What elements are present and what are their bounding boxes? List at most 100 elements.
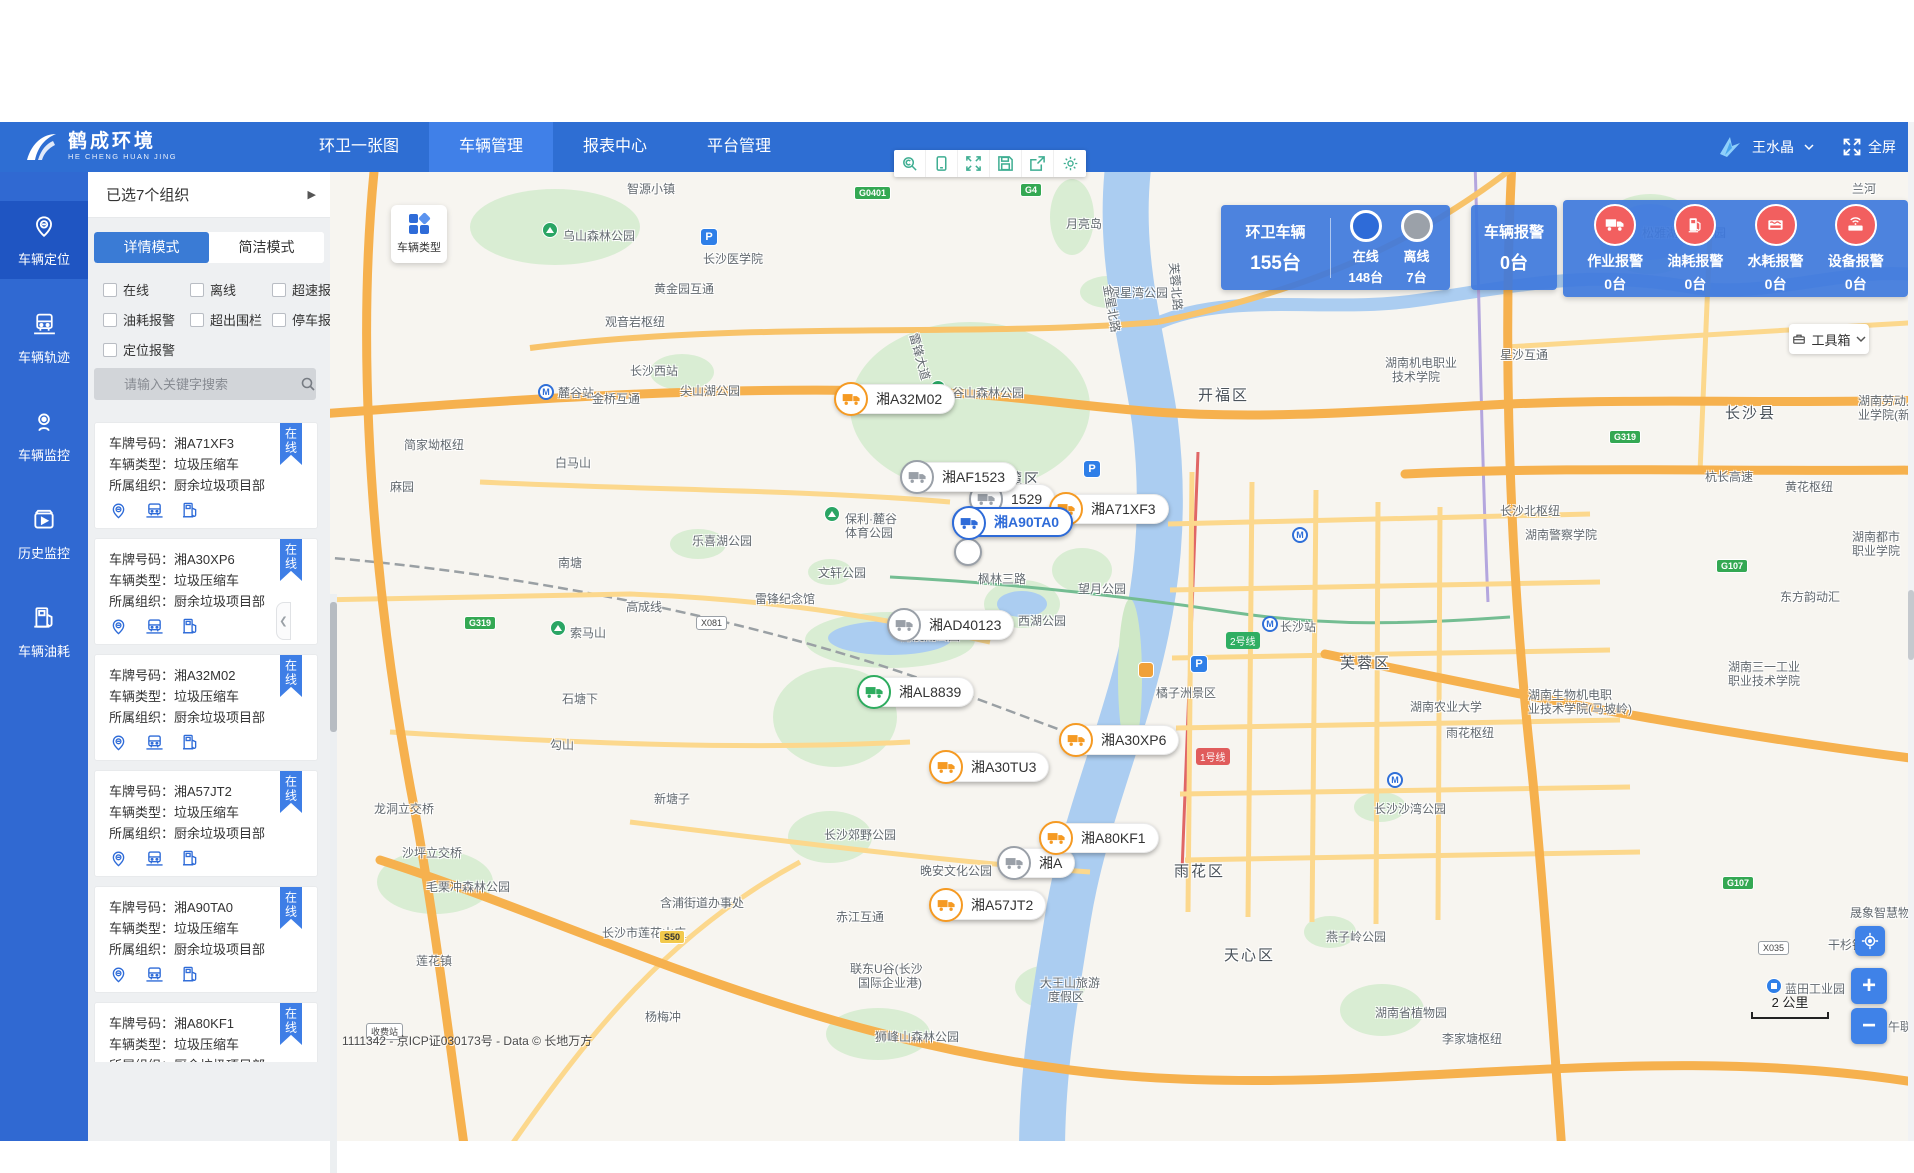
vehicle-marker[interactable]: 湘AL8839 — [858, 677, 974, 707]
vehicle-plate-label: 湘A90TA0 — [994, 512, 1059, 532]
road-shield: S50 — [659, 930, 685, 944]
vehicle-marker[interactable]: 湘AF1523 — [901, 462, 1018, 492]
locate-vehicle-icon[interactable] — [109, 501, 128, 520]
locate-button[interactable] — [1855, 926, 1885, 956]
map-label: 毛栗冲森林公园 — [426, 878, 510, 895]
map-label: 谷山森林公园 — [952, 384, 1024, 401]
chevron-down-icon[interactable] — [1804, 142, 1814, 152]
zoom-out-button[interactable]: − — [1851, 1008, 1887, 1044]
chevron-down-icon — [1856, 334, 1866, 344]
tab-simple-mode[interactable]: 简洁模式 — [209, 232, 324, 263]
vehicle-card[interactable]: 车牌号码：湘A71XF3 车辆类型：垃圾压缩车 所属组织：厨余垃圾项目部 在线 — [94, 422, 318, 529]
expand-icon[interactable] — [958, 150, 990, 177]
fuel-vehicle-icon[interactable] — [181, 733, 200, 752]
scenic-poi-icon — [542, 222, 558, 238]
vehicle-plate-label: 1529 — [1011, 491, 1042, 507]
org-selection-label[interactable]: 已选7个组织 — [106, 184, 189, 205]
page-scrollbar[interactable] — [1908, 122, 1914, 1141]
vehicle-list-scrollbar[interactable] — [330, 594, 337, 1173]
locate-vehicle-icon[interactable] — [109, 733, 128, 752]
video-icon — [31, 507, 57, 536]
filter-checkbox-离线[interactable]: 离线 — [190, 280, 272, 299]
fullscreen-button[interactable]: 全屏 — [1842, 137, 1896, 157]
user-name[interactable]: 王水晶 — [1752, 137, 1794, 157]
search-input[interactable] — [94, 377, 300, 392]
track-vehicle-icon[interactable] — [144, 733, 165, 752]
checkbox[interactable] — [272, 313, 286, 327]
vehicle-type-grid-icon — [409, 214, 429, 234]
vehicle-marker[interactable]: 湘A30XP6 — [1060, 725, 1179, 755]
filter-checkbox-在线[interactable]: 在线 — [103, 280, 190, 299]
checkbox[interactable] — [103, 343, 117, 357]
nav-item-vehicle-mgmt[interactable]: 车辆管理 — [429, 122, 553, 172]
road-shield: X035 — [1758, 941, 1789, 955]
fuel-vehicle-icon[interactable] — [181, 501, 200, 520]
vehicle-plate-label: 湘AF1523 — [942, 467, 1005, 487]
filter-checkbox-超出围栏[interactable]: 超出围栏 — [190, 310, 272, 329]
sidebar-item-vehicle-track[interactable]: 车辆轨迹 — [0, 299, 88, 377]
plate-row: 车牌号码：湘A32M02 — [109, 665, 305, 686]
vehicle-card[interactable]: 车牌号码：湘A80KF1 车辆类型：垃圾压缩车 所属组织：厨余垃圾项目部 在线 — [94, 1002, 318, 1062]
sidebar-item-vehicle-fuel[interactable]: 车辆油耗 — [0, 593, 88, 671]
track-vehicle-icon[interactable] — [144, 849, 165, 868]
zoom-search-icon[interactable] — [894, 150, 926, 177]
sidebar-item-history-monitor[interactable]: 历史监控 — [0, 495, 88, 573]
locate-vehicle-icon[interactable] — [109, 965, 128, 984]
vehicle-card[interactable]: 车牌号码：湘A90TA0 车辆类型：垃圾压缩车 所属组织：厨余垃圾项目部 在线 — [94, 886, 318, 993]
water-alarm-icon — [1755, 204, 1797, 246]
filter-checkbox-定位报警[interactable]: 定位报警 — [103, 340, 190, 359]
export-icon[interactable] — [1022, 150, 1054, 177]
vehicle-type-button[interactable]: 车辆类型 — [391, 205, 447, 263]
sidebar-item-vehicle-monitor[interactable]: 车辆监控 — [0, 397, 88, 475]
nav-item-report-center[interactable]: 报表中心 — [553, 122, 677, 172]
checkbox[interactable] — [272, 283, 286, 297]
fuel-vehicle-icon[interactable] — [181, 617, 200, 636]
vehicle-card[interactable]: 车牌号码：湘A57JT2 车辆类型：垃圾压缩车 所属组织：厨余垃圾项目部 在线 — [94, 770, 318, 877]
locate-vehicle-icon[interactable] — [109, 617, 128, 636]
map-label: 勾山 — [550, 736, 574, 753]
map-canvas[interactable]: 智源小镇乌山森林公园长沙医学院黄金园互通观音岩枢纽月亮岛银星湾公园谷山森林公园麓… — [330, 172, 1914, 1141]
brand-logo-icon — [22, 128, 60, 166]
track-vehicle-icon[interactable] — [144, 617, 165, 636]
search-icon[interactable] — [300, 376, 316, 392]
map-label: 燕子岭公园 — [1326, 928, 1386, 945]
locate-vehicle-icon[interactable] — [109, 849, 128, 868]
org-expand-arrow[interactable]: ▶ — [308, 188, 316, 201]
vehicle-marker[interactable]: 湘A32M02 — [835, 384, 955, 414]
nav-item-platform-mgmt[interactable]: 平台管理 — [677, 122, 801, 172]
vehicle-marker[interactable]: 湘A80KF1 — [1040, 823, 1159, 853]
fuel-vehicle-icon[interactable] — [181, 849, 200, 868]
nav-item-overview-map[interactable]: 环卫一张图 — [289, 122, 429, 172]
pin-icon — [31, 213, 57, 242]
settings-icon[interactable] — [1054, 150, 1086, 177]
map-label: 乌山森林公园 — [563, 227, 635, 244]
checkbox[interactable] — [103, 313, 117, 327]
panel-collapse-handle[interactable]: ❮ — [276, 602, 291, 640]
vehicle-marker[interactable]: 湘A57JT2 — [930, 890, 1046, 920]
avatar[interactable] — [1716, 134, 1742, 160]
map-label: 杭长高速 — [1705, 468, 1753, 485]
checkbox[interactable] — [190, 313, 204, 327]
fullscreen-icon — [1842, 137, 1862, 157]
checkbox[interactable] — [103, 283, 117, 297]
vehicle-marker[interactable]: 湘A90TA0 — [952, 507, 1073, 537]
checkbox[interactable] — [190, 283, 204, 297]
vehicle-marker[interactable]: 湘A30TU3 — [930, 752, 1049, 782]
toolbox-button[interactable]: 工具箱 — [1789, 324, 1869, 354]
filter-checkbox-油耗报警[interactable]: 油耗报警 — [103, 310, 190, 329]
vehicle-card[interactable]: 车牌号码：湘A32M02 车辆类型：垃圾压缩车 所属组织：厨余垃圾项目部 在线 — [94, 654, 318, 761]
fuel-vehicle-icon[interactable] — [181, 965, 200, 984]
vehicle-plate-label: 湘AD40123 — [929, 615, 1001, 635]
sidebar-item-vehicle-location[interactable]: 车辆定位 — [0, 201, 88, 279]
tab-detail-mode[interactable]: 详情模式 — [94, 232, 209, 263]
vehicle-plate-label: 湘A — [1039, 853, 1062, 873]
track-vehicle-icon[interactable] — [144, 501, 165, 520]
save-icon[interactable] — [990, 150, 1022, 177]
mobile-device-icon[interactable] — [926, 150, 958, 177]
zoom-in-button[interactable]: + — [1851, 968, 1887, 1004]
track-vehicle-icon[interactable] — [144, 965, 165, 984]
sidebar-item-label: 车辆定位 — [18, 249, 70, 268]
vehicle-marker[interactable]: 湘AD40123 — [888, 610, 1014, 640]
device-alarm-icon — [1835, 204, 1877, 246]
map-label: 金桥互通 — [592, 390, 640, 407]
